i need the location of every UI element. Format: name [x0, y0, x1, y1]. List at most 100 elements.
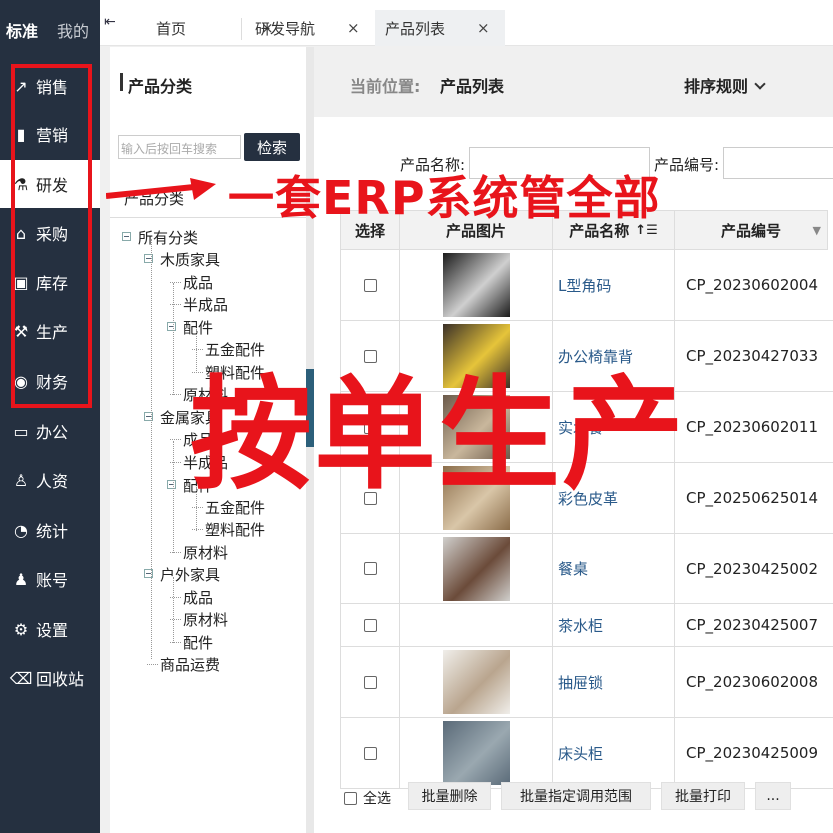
tree-connector — [173, 577, 174, 643]
product-name-link[interactable]: 床头柜 — [553, 743, 603, 764]
tree-connector — [170, 642, 181, 643]
tree-node-n3[interactable]: 户外家具 — [160, 564, 220, 585]
cell-name: 床头柜 — [552, 718, 674, 788]
tree-connector — [170, 619, 181, 620]
tree-connector — [170, 439, 181, 440]
briefcase-icon: ▭ — [13, 421, 29, 441]
cell-code: CP_20230602011 — [674, 392, 833, 462]
nav-item-8[interactable]: ♙ 人资 — [0, 456, 100, 504]
title-accent-bar — [120, 73, 123, 91]
tab-product-list[interactable]: 产品列表 × — [375, 10, 505, 46]
nav-item-label: 账号 — [36, 571, 69, 590]
tree-node-n1[interactable]: 木质家具 — [160, 249, 220, 270]
product-thumbnail[interactable] — [442, 253, 510, 317]
cell-image — [399, 647, 552, 717]
close-icon[interactable]: × — [477, 19, 490, 37]
nav-tab-mine[interactable]: 我的 — [57, 18, 89, 42]
tree-connector — [170, 462, 181, 463]
sort-dropdown[interactable]: 排序规则 — [684, 73, 766, 97]
cell-select — [340, 647, 399, 717]
nav-tab-standard[interactable]: 标准 — [6, 18, 38, 42]
cell-name: 餐桌 — [552, 534, 674, 603]
tree-node-root[interactable]: 所有分类 — [138, 227, 198, 248]
nav-item-11[interactable]: ⚙ 设置 — [0, 605, 100, 653]
product-thumbnail[interactable] — [442, 650, 510, 714]
category-title: 产品分类 — [128, 77, 193, 96]
product-code-input[interactable] — [723, 147, 833, 179]
collapse-sidebar-icon[interactable]: ⇤ — [104, 14, 116, 30]
table-row[interactable]: L型角码 CP_20230602004 — [340, 250, 833, 321]
nav-mode-tabs: 标准 我的 — [0, 0, 100, 62]
col-code[interactable]: 产品编号 ▼ — [674, 210, 828, 250]
product-thumbnail[interactable] — [442, 721, 510, 785]
product-name-link[interactable]: 餐桌 — [553, 558, 588, 579]
cell-select — [340, 534, 399, 603]
tree-node-n2c2[interactable]: 塑料配件 — [205, 519, 265, 540]
product-code: CP_20230602011 — [686, 418, 818, 436]
table-row[interactable]: 抽屉锁 CP_20230602008 — [340, 647, 833, 718]
cell-name: 茶水柜 — [552, 604, 674, 646]
row-checkbox[interactable] — [363, 618, 377, 632]
nav-item-12[interactable]: ⌫ 回收站 — [0, 654, 100, 702]
nav-item-7[interactable]: ▭ 办公 — [0, 407, 100, 455]
row-checkbox[interactable] — [363, 562, 377, 575]
nav-item-label: 回收站 — [36, 670, 85, 689]
caret-down-icon[interactable]: ▼ — [813, 224, 821, 237]
tree-connector — [173, 441, 174, 553]
col-label: 产品编号 — [720, 221, 781, 240]
tree-connector — [170, 282, 181, 283]
select-all-checkbox[interactable] — [344, 791, 357, 805]
select-all[interactable]: 全选 — [344, 788, 391, 808]
cell-name: L型角码 — [552, 250, 674, 320]
tree-collapse-icon[interactable] — [167, 480, 176, 489]
table-row[interactable]: 茶水柜 CP_20230425007 — [340, 604, 833, 647]
product-name-link[interactable]: 茶水柜 — [553, 615, 603, 636]
cell-image — [399, 534, 552, 603]
cell-image — [399, 250, 552, 320]
batch-delete-button[interactable]: 批量删除 — [408, 782, 491, 810]
tree-node-n1a[interactable]: 成品 — [183, 272, 213, 293]
tab-rd-nav[interactable]: 研发导航 × — [245, 10, 365, 46]
breadcrumb: 当前位置: 产品列表 排序规则 — [314, 47, 833, 117]
tab-label: 产品列表 — [385, 19, 446, 38]
product-code: CP_20250625014 — [686, 489, 818, 507]
product-name-link[interactable]: L型角码 — [553, 275, 611, 296]
tree-node-n3a[interactable]: 成品 — [183, 587, 213, 608]
row-checkbox[interactable] — [363, 746, 377, 760]
close-icon[interactable]: × — [347, 19, 360, 37]
product-code-label: 产品编号: — [654, 156, 720, 174]
tree-node-n2d[interactable]: 原材料 — [183, 542, 228, 563]
more-button[interactable]: ... — [755, 782, 791, 810]
tree-node-n3c[interactable]: 配件 — [183, 632, 213, 653]
nav-item-label: 设置 — [36, 621, 69, 640]
nav-item-10[interactable]: ♟ 账号 — [0, 555, 100, 603]
person-icon: ♙ — [13, 470, 29, 490]
batch-print-button[interactable]: 批量打印 — [661, 782, 745, 810]
row-checkbox[interactable] — [363, 349, 377, 363]
tree-node-n1c[interactable]: 配件 — [183, 317, 213, 338]
product-name-link[interactable]: 抽屉锁 — [553, 672, 603, 693]
product-thumbnail[interactable] — [442, 536, 510, 601]
banner-mid-text: 按单生产 — [190, 364, 686, 506]
table-row[interactable]: 餐桌 CP_20230425002 — [340, 534, 833, 604]
category-search-input[interactable]: 输入后按回车搜索 — [118, 135, 241, 159]
product-code: CP_20230425002 — [686, 559, 818, 578]
search-button[interactable]: 检索 — [244, 133, 300, 161]
sort-label: 排序规则 — [684, 77, 749, 96]
main-nav: 标准 我的 ↗ 销售 ▮ 营销 ⚗ 研发 ⌂ 采购 ▣ 库存 ⚒ 生产 ◉ 财务 ▭ 办公 ♙ 人资 ◔ 统计 ♟ 账号 ⚙… — [0, 0, 100, 833]
tree-collapse-icon[interactable] — [122, 232, 131, 241]
batch-scope-button[interactable]: 批量指定调用范围 — [501, 782, 651, 810]
tree-node-n1c1[interactable]: 五金配件 — [205, 339, 265, 360]
tree-node-n1b[interactable]: 半成品 — [183, 294, 228, 315]
tree-node-n3b[interactable]: 原材料 — [183, 609, 228, 630]
product-code: CP_20230425009 — [686, 744, 818, 762]
cell-select — [340, 604, 399, 646]
tree-collapse-icon[interactable] — [167, 322, 176, 331]
nav-item-9[interactable]: ◔ 统计 — [0, 506, 100, 554]
breadcrumb-label: 当前位置: — [350, 77, 421, 96]
row-checkbox[interactable] — [363, 278, 377, 292]
tree-node-n4[interactable]: 商品运费 — [160, 654, 220, 675]
tab-label: 研发导航 — [255, 19, 316, 38]
tree-connector — [151, 239, 152, 659]
row-checkbox[interactable] — [363, 675, 377, 689]
